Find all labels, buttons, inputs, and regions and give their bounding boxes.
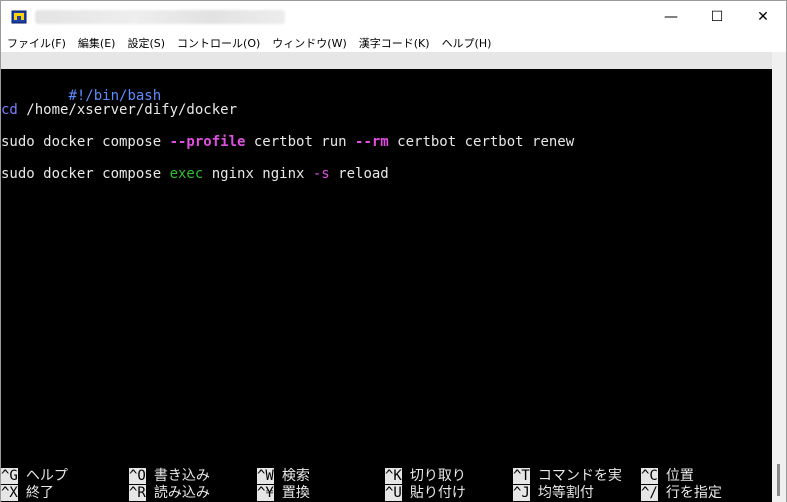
shortcut-search[interactable]: ^W 検索 <box>257 468 310 484</box>
maximize-icon: ☐ <box>710 9 724 25</box>
minimize-icon: — <box>664 9 678 25</box>
vertical-scrollbar[interactable] <box>772 52 786 502</box>
keyword-cd: cd <box>1 102 18 118</box>
terminal-area[interactable]: GNU nano 6.2 /home/xserver/dify/docker/r… <box>1 52 772 502</box>
shortcut-replace[interactable]: ^¥ 置換 <box>257 485 310 501</box>
flag-profile: --profile <box>169 134 246 150</box>
shortcut-location[interactable]: ^C 位置 <box>641 468 694 484</box>
shortcut-cut[interactable]: ^K 切り取り <box>385 468 466 484</box>
menu-bar: ファイル(F) 編集(E) 設定(S) コントロール(O) ウィンドウ(W) 漢… <box>1 33 786 52</box>
shortcut-justify[interactable]: ^J 均等割付 <box>513 485 594 501</box>
minimize-button[interactable]: — <box>648 1 694 33</box>
shortcut-exit[interactable]: ^X 終了 <box>1 485 54 501</box>
keyword-exec: exec <box>169 166 204 182</box>
code-text: reload <box>329 166 389 182</box>
code-text: sudo docker compose <box>1 134 170 150</box>
maximize-button[interactable]: ☐ <box>694 1 740 33</box>
code-text: nginx nginx <box>203 166 313 182</box>
shortcut-paste[interactable]: ^U 貼り付け <box>385 485 466 501</box>
nano-shortcut-bar: ^G ヘルプ ^O 書き込み ^W 検索 ^K 切り取り ^T コマンドを実 ^C 位置 ^… <box>1 468 772 502</box>
shortcut-read-file[interactable]: ^R 読み込み <box>129 485 210 501</box>
code-line-2: cd /home/xserver/dify/docker <box>1 101 237 119</box>
modified-indicator: * <box>561 103 570 119</box>
code-line-3: sudo docker compose --profile certbot ru… <box>1 133 574 151</box>
code-line-4: sudo docker compose exec nginx nginx -s … <box>1 165 389 183</box>
window-title-redacted <box>35 10 285 24</box>
nano-title-bar: GNU nano 6.2 /home/xserver/dify/docker/r… <box>1 52 772 119</box>
shortcut-execute[interactable]: ^T コマンドを実 <box>513 468 622 484</box>
shortcut-write-out[interactable]: ^O 書き込み <box>129 468 210 484</box>
scrollbar-thumb[interactable] <box>777 464 780 496</box>
terminal-window: — ☐ ✕ ファイル(F) 編集(E) 設定(S) コントロール(O) ウィンド… <box>0 0 787 502</box>
close-button[interactable]: ✕ <box>740 1 786 33</box>
menu-file[interactable]: ファイル(F) <box>1 35 72 51</box>
code-text: certbot certbot renew <box>388 134 575 150</box>
code-text: /home/xserver/dify/docker <box>17 102 238 118</box>
code-text: certbot run <box>245 134 356 150</box>
code-line-1: #!/bin/bash <box>1 69 161 104</box>
flag-s: -s <box>312 166 330 182</box>
shortcut-help[interactable]: ^G ヘルプ <box>1 468 68 484</box>
nano-filename: /home/xserver/dify/docker/renew_ssl.sh <box>247 86 556 102</box>
menu-control[interactable]: コントロール(O) <box>171 35 266 51</box>
menu-window[interactable]: ウィンドウ(W) <box>266 35 352 51</box>
code-text: sudo docker compose <box>1 166 170 182</box>
shortcut-go-to-line[interactable]: ^/行を指定 <box>641 485 722 501</box>
flag-rm: --rm <box>355 134 389 150</box>
close-icon: ✕ <box>757 9 769 25</box>
menu-settings[interactable]: 設定(S) <box>121 35 171 51</box>
title-bar[interactable]: — ☐ ✕ <box>1 1 786 33</box>
menu-help[interactable]: ヘルプ(H) <box>436 35 498 51</box>
menu-edit[interactable]: 編集(E) <box>72 35 122 51</box>
menu-kanji-code[interactable]: 漢字コード(K) <box>353 35 436 51</box>
putty-terminal-icon <box>11 10 27 24</box>
